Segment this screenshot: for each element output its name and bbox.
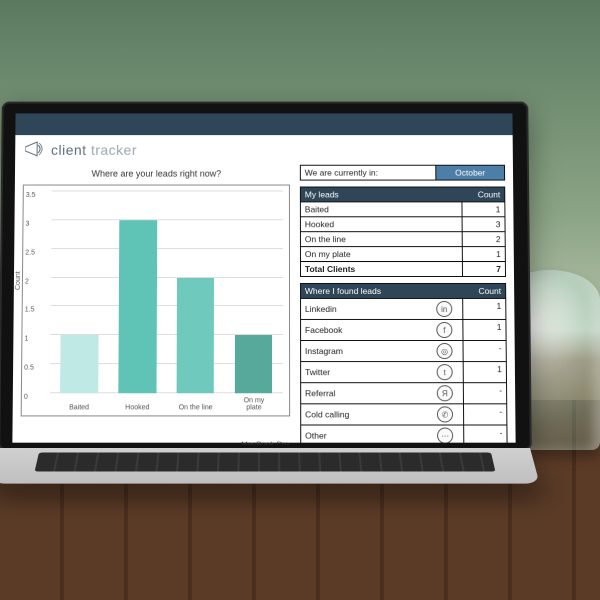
megaphone-icon	[25, 141, 45, 159]
chart-gridline	[51, 219, 282, 220]
chart-ytick: 1.5	[25, 307, 35, 314]
chart-ytick: 0	[24, 394, 28, 401]
lead-source-count: -	[463, 383, 506, 403]
chart-bar	[119, 220, 157, 393]
app-screen: client tracker Where are your leads righ…	[12, 113, 515, 442]
my-leads-panel: My leads Count Baited1Hooked3On the line…	[300, 187, 506, 277]
chart-xcategory: On the line	[179, 404, 213, 411]
lead-stage-count: 2	[462, 232, 505, 246]
lead-source-label: Twittert	[301, 362, 463, 382]
table-row[interactable]: Linkedinin1	[301, 298, 505, 319]
chart-xcategory: Hooked	[125, 404, 149, 411]
lead-sources-header: Where I found leads	[301, 284, 463, 298]
lead-sources-count-header: Count	[463, 284, 505, 298]
lead-source-count: -	[463, 426, 506, 443]
lead-source-label: Facebookf	[301, 320, 463, 340]
chart-gridline	[52, 190, 283, 191]
table-row[interactable]: Facebookf1	[301, 319, 506, 340]
chart-bar	[60, 335, 98, 393]
chart-ytick: 1	[24, 336, 28, 343]
chart-bar	[235, 335, 272, 393]
lead-stage-label: On the line	[301, 232, 462, 246]
chart-gridline	[51, 277, 283, 278]
table-total-row: Total Clients7	[301, 261, 505, 276]
twitter-icon: t	[437, 364, 453, 380]
lead-source-label: ReferralЯ	[301, 383, 463, 403]
table-row[interactable]: Hooked3	[301, 216, 505, 231]
table-row[interactable]: Twittert1	[301, 361, 506, 382]
current-period-panel: We are currently in: October	[300, 165, 505, 181]
linkedin-icon: in	[436, 301, 452, 317]
chart-gridline	[51, 305, 283, 306]
chart-gridline	[51, 248, 283, 249]
instagram-icon: ◎	[436, 343, 452, 359]
scene: client tracker Where are your leads righ…	[0, 0, 600, 600]
referral-icon: Я	[437, 385, 453, 401]
table-row[interactable]: ReferralЯ-	[301, 382, 506, 403]
lead-stage-label: On my plate	[301, 247, 462, 261]
lead-source-count: -	[463, 404, 506, 424]
lead-source-count: -	[463, 341, 506, 361]
screen-frame: client tracker Where are your leads righ…	[0, 102, 532, 451]
table-row[interactable]: Other⋯-	[301, 425, 506, 443]
brand-secondary: tracker	[91, 142, 137, 158]
bar-chart: Count 00.511.522.533.5BaitedHookedOn the…	[21, 185, 290, 417]
phone-icon: ✆	[437, 406, 453, 422]
lead-stage-count: 3	[462, 217, 505, 231]
lead-source-label: Instagram◎	[301, 341, 463, 361]
my-leads-header: My leads	[301, 188, 463, 202]
laptop-model-label: MacBook Pro	[0, 441, 529, 446]
brand-primary: client	[51, 142, 87, 158]
table-row[interactable]: On my plate1	[301, 246, 505, 261]
table-row[interactable]: On the line2	[301, 231, 505, 246]
lead-source-label: Linkedinin	[301, 299, 462, 319]
total-value: 7	[462, 262, 505, 276]
facebook-icon: f	[436, 322, 452, 338]
brand: client tracker	[15, 135, 513, 165]
lead-source-label: Cold calling✆	[301, 404, 463, 424]
app-topbar	[15, 113, 512, 135]
lead-source-count: 1	[463, 362, 506, 382]
side-tables: We are currently in: October My leads Co…	[300, 165, 508, 443]
lead-stage-count: 1	[461, 202, 504, 216]
chart-ytick: 0.5	[24, 365, 34, 372]
table-row[interactable]: Baited1	[301, 201, 505, 216]
brand-text: client tracker	[51, 142, 137, 158]
table-row[interactable]: Cold calling✆-	[301, 403, 506, 424]
chart-ytick: 3	[25, 221, 29, 228]
chart-ytick: 2.5	[25, 249, 35, 256]
chart-title: Where are your leads right now?	[23, 169, 290, 179]
laptop-keyboard: MacBook Pro	[0, 448, 540, 484]
current-period-value[interactable]: October	[436, 166, 504, 180]
laptop: client tracker Where are your leads righ…	[0, 100, 530, 508]
chart-xcategory: Baited	[69, 404, 89, 411]
chart-bar	[177, 278, 214, 394]
lead-source-count: 1	[462, 320, 505, 340]
my-leads-count-header: Count	[462, 188, 504, 202]
chart-ytick: 2	[25, 278, 29, 285]
chart-ytick: 3.5	[26, 192, 36, 199]
chart-xcategory: On my plate	[236, 397, 271, 411]
lead-source-label: Other⋯	[301, 426, 463, 443]
lead-stage-label: Baited	[301, 202, 462, 216]
chart-panel: Where are your leads right now? Count 00…	[20, 165, 290, 443]
chart-ylabel: Count	[15, 271, 22, 290]
lead-stage-count: 1	[462, 247, 505, 261]
lead-sources-panel: Where I found leads Count Linkedinin1Fac…	[300, 283, 508, 443]
lead-stage-label: Hooked	[301, 217, 462, 231]
lead-source-count: 1	[462, 299, 505, 319]
current-period-label: We are currently in:	[301, 166, 437, 180]
table-row[interactable]: Instagram◎-	[301, 340, 506, 361]
total-label: Total Clients	[301, 262, 462, 276]
